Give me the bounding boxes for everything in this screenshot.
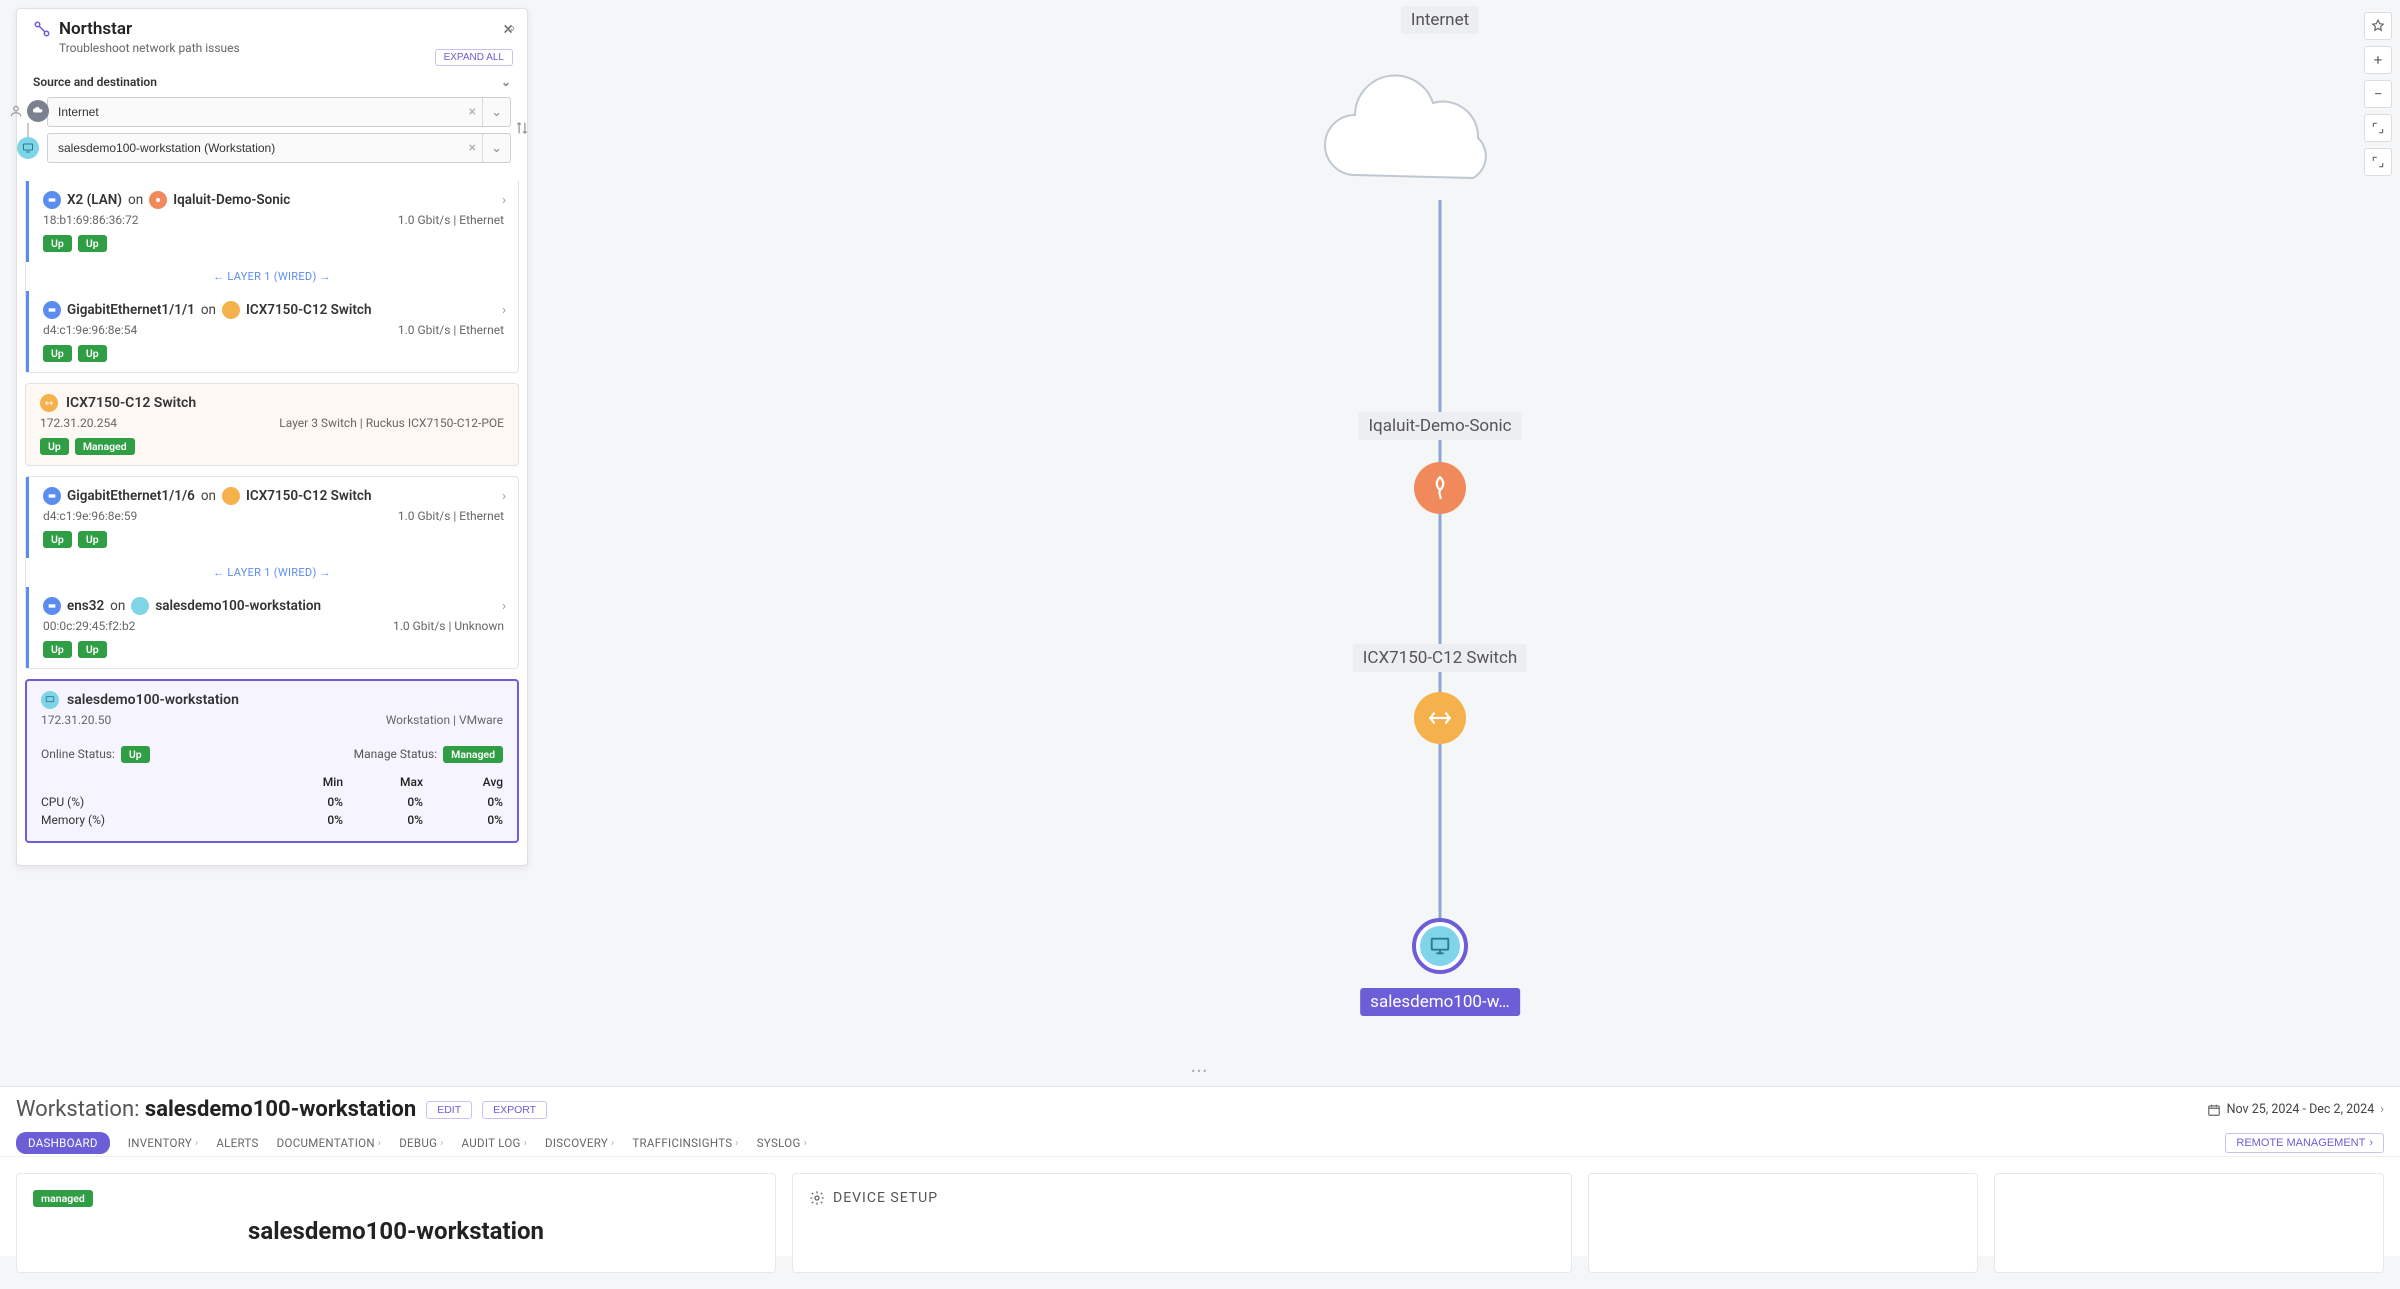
expand-all-button[interactable]: EXPAND ALL [435,49,513,66]
zoom-controls: + − [2364,12,2392,176]
node-icon-firewall[interactable] [1414,462,1466,514]
layer-divider: ← LAYER 1 (WIRED) → [26,558,518,587]
tab-inventory[interactable]: INVENTORY› [128,1130,199,1156]
hop-card: GigabitEthernet1/1/6 on ICX7150-C12 Swit… [25,476,519,669]
device-name-heading: salesdemo100-workstation [33,1217,759,1245]
interface-icon [43,487,61,505]
node-icon-workstation[interactable] [1412,918,1468,974]
placeholder-card [1588,1173,1978,1273]
device-setup-card: DEVICE SETUP [792,1173,1572,1273]
placeholder-card [1994,1173,2384,1273]
edit-button[interactable]: EDIT [426,1101,472,1119]
export-button[interactable]: EXPORT [482,1101,547,1119]
tab-alerts[interactable]: ALERTS [216,1130,258,1156]
zoom-out-button[interactable]: − [2364,80,2392,108]
collapse-button[interactable] [2364,148,2392,176]
managed-badge: Managed [75,438,135,455]
layer-divider: ← LAYER 1 (WIRED) → [26,262,518,291]
reset-view-button[interactable] [2364,12,2392,40]
switch-icon [222,487,240,505]
clear-dest-icon[interactable]: × [463,140,482,156]
switch-icon [222,301,240,319]
resize-handle[interactable]: ••• [1191,1065,1208,1078]
switch-icon [40,394,58,412]
interface-icon [43,301,61,319]
status-badge: Up [78,235,107,252]
clear-source-icon[interactable]: × [463,104,482,120]
chevron-right-icon[interactable]: › [502,599,506,614]
tab-debug[interactable]: DEBUG› [399,1130,443,1156]
chevron-right-icon[interactable]: › [502,489,506,504]
northstar-panel: Northstar Troubleshoot network path issu… [16,8,528,866]
hop-card-workstation[interactable]: salesdemo100-workstation ⌄ 172.31.20.50W… [25,679,519,843]
workstation-badge-icon [17,137,39,159]
destination-combo[interactable]: × ⌄ [47,133,511,163]
interface-icon [43,191,61,209]
source-input[interactable] [48,105,463,119]
device-detail-panel: Workstation: salesdemo100-workstation ED… [0,1086,2400,1256]
source-dropdown-icon[interactable]: ⌄ [482,98,510,126]
zoom-in-button[interactable]: + [2364,46,2392,74]
source-combo[interactable]: × ⌄ [47,97,511,127]
hop-card-switch[interactable]: ICX7150-C12 Switch › 172.31.20.254Layer … [25,383,519,466]
summary-card: managed salesdemo100-workstation [16,1173,776,1273]
panel-title: Northstar [59,19,132,39]
calendar-icon [2207,1103,2221,1117]
tab-audit-log[interactable]: AUDIT LOG› [462,1130,527,1156]
gear-icon [809,1190,825,1206]
topology-svg [540,0,2360,1080]
managed-pill: managed [33,1190,93,1207]
hop-card: X2 (LAN) on Iqaluit-Demo-Sonic › 18:b1:6… [25,181,519,373]
path-list: X2 (LAN) on Iqaluit-Demo-Sonic › 18:b1:6… [17,181,527,865]
status-badge: Up [78,345,107,362]
chevron-right-icon[interactable]: › [502,303,506,318]
swap-icon[interactable] [515,119,529,141]
node-label-sonic[interactable]: Iqaluit-Demo-Sonic [1358,412,1521,440]
workstation-icon [131,597,149,615]
tab-trafficinsights[interactable]: TRAFFICINSIGHTS› [632,1130,738,1156]
node-label-switch[interactable]: ICX7150-C12 Switch [1353,644,1527,672]
firewall-icon [149,191,167,209]
dest-dropdown-icon[interactable]: ⌄ [482,134,510,162]
tab-dashboard[interactable]: DASHBOARD [16,1132,110,1154]
destination-input[interactable] [48,141,463,155]
chevron-right-icon[interactable]: › [502,193,506,208]
node-icon-switch[interactable] [1414,692,1466,744]
date-range-picker[interactable]: Nov 25, 2024 - Dec 2, 2024 › [2207,1102,2384,1117]
person-icon [9,104,23,118]
tab-discovery[interactable]: DISCOVERY› [545,1130,614,1156]
tab-syslog[interactable]: SYSLOG› [757,1130,807,1156]
cloud-badge-icon [27,100,49,122]
source-dest-toggle[interactable]: Source and destination ⌄ [17,67,527,97]
expand-button[interactable] [2364,114,2392,142]
status-badge: Up [43,345,72,362]
interface-icon [43,597,61,615]
northstar-icon [33,20,51,38]
tab-documentation[interactable]: DOCUMENTATION› [277,1130,382,1156]
node-label-internet[interactable]: Internet [1401,6,1479,34]
stats-table: MinMaxAvg CPU (%)0%0%0% Memory (%)0%0%0% [27,771,517,841]
chevron-down-icon: ⌄ [501,75,511,89]
status-badge: Up [43,235,72,252]
node-label-workstation[interactable]: salesdemo100-w… [1360,988,1520,1016]
remote-management-button[interactable]: REMOTE MANAGEMENT› [2225,1133,2384,1153]
chevron-right-icon: › [2380,1102,2384,1117]
tabs: DASHBOARD INVENTORY› ALERTS DOCUMENTATIO… [16,1130,807,1156]
workstation-icon [41,691,59,709]
status-badge: Up [40,438,69,455]
